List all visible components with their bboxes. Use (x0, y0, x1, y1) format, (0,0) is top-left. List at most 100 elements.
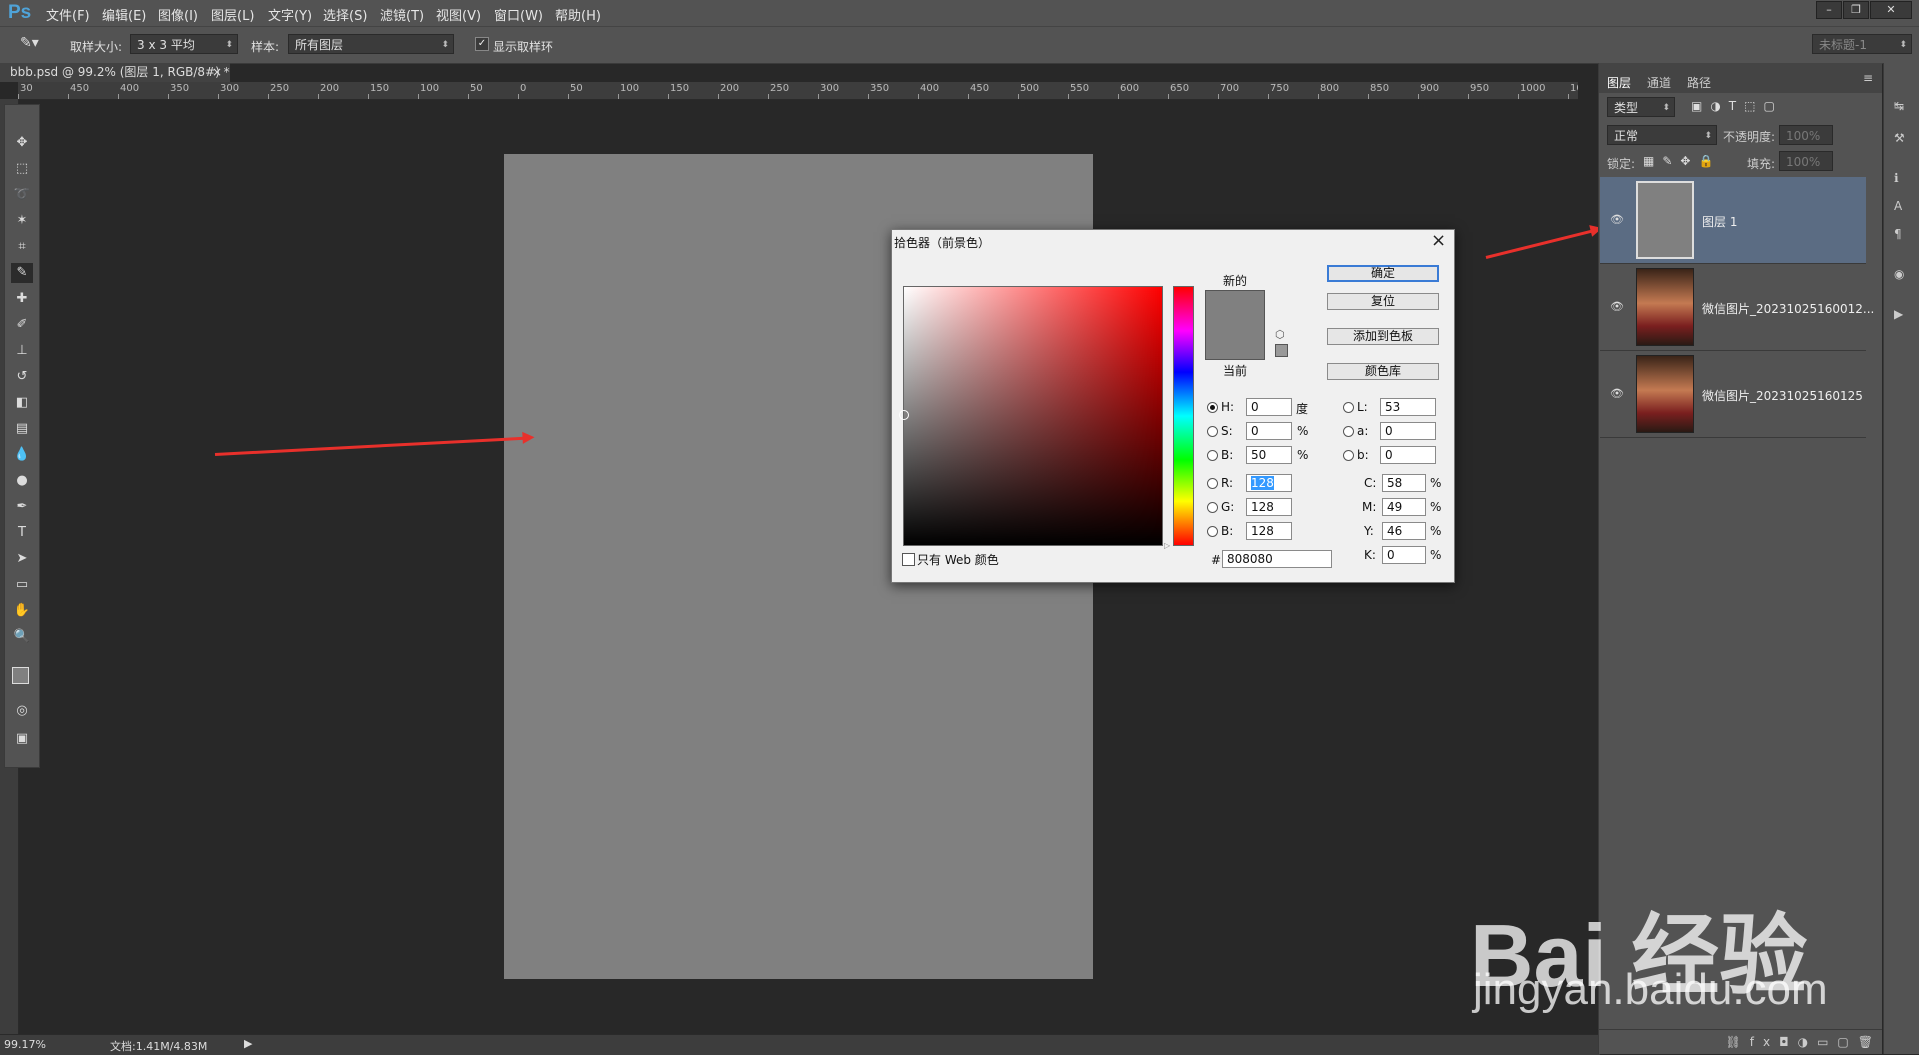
tab-layers[interactable]: 图层 (1607, 74, 1631, 91)
color-libraries-button[interactable]: 颜色库 (1327, 363, 1439, 380)
layer-row[interactable]: 👁 图层 1 (1600, 177, 1866, 264)
type-tool-icon[interactable]: T (11, 523, 33, 543)
tab-paths[interactable]: 路径 (1687, 74, 1711, 91)
path-selection-tool-icon[interactable]: ➤ (11, 549, 33, 569)
cyan-input[interactable]: 58 (1382, 474, 1426, 492)
actions-panel-icon[interactable]: ▶ (1894, 307, 1903, 321)
brightness-radio[interactable] (1207, 450, 1218, 461)
show-ring-checkbox[interactable]: ✓ (475, 37, 489, 51)
menu-select[interactable]: 选择(S) (323, 5, 367, 24)
menu-layer[interactable]: 图层(L) (211, 5, 254, 24)
close-window-button[interactable]: ✕ (1870, 1, 1912, 19)
reset-button[interactable]: 复位 (1327, 293, 1439, 310)
hue-slider-handle-icon[interactable]: ▷ (1164, 541, 1170, 550)
magic-wand-tool-icon[interactable]: ✶ (11, 211, 33, 231)
lab-b-input[interactable]: 0 (1380, 446, 1436, 464)
workspace-select[interactable]: 未标题-1 ⬍ (1812, 34, 1912, 54)
info-panel-icon[interactable]: ℹ (1894, 171, 1899, 185)
minimize-button[interactable]: – (1816, 1, 1842, 19)
zoom-tool-icon[interactable]: 🔍 (11, 627, 33, 647)
hex-input[interactable]: 808080 (1222, 550, 1332, 568)
close-tab-icon[interactable]: × (212, 63, 222, 82)
eraser-tool-icon[interactable]: ◧ (11, 393, 33, 413)
quick-mask-icon[interactable]: ◎ (11, 701, 33, 721)
lab-l-input[interactable]: 53 (1380, 398, 1436, 416)
layer-row[interactable]: 👁 微信图片_20231025160125 (1600, 351, 1866, 438)
lab-a-input[interactable]: 0 (1380, 422, 1436, 440)
menu-help[interactable]: 帮助(H) (555, 5, 601, 24)
brush-tool-icon[interactable]: ✐ (11, 315, 33, 335)
blue-radio[interactable] (1207, 526, 1218, 537)
web-safe-swatch-icon[interactable] (1275, 344, 1288, 357)
stamp-tool-icon[interactable]: ⊥ (11, 341, 33, 361)
color-field-cursor[interactable] (899, 410, 909, 420)
history-brush-tool-icon[interactable]: ↺ (11, 367, 33, 387)
history-panel-icon[interactable]: ↹ (1894, 99, 1904, 113)
visibility-eye-icon[interactable]: 👁 (1610, 213, 1624, 226)
hand-tool-icon[interactable]: ✋ (11, 601, 33, 621)
visibility-eye-icon[interactable]: 👁 (1610, 300, 1624, 313)
cube-icon[interactable]: ⬡ (1275, 328, 1285, 341)
panel-menu-icon[interactable]: ≡ (1863, 71, 1873, 85)
sample-size-select[interactable]: 3 x 3 平均 ⬍ (130, 34, 238, 54)
menu-edit[interactable]: 编辑(E) (102, 5, 146, 24)
tool-presets-icon[interactable]: ⚒ (1894, 131, 1905, 145)
zoom-level[interactable]: 99.17% (4, 1038, 46, 1051)
lasso-tool-icon[interactable]: ➰ (11, 185, 33, 205)
green-input[interactable]: 128 (1246, 498, 1292, 516)
visibility-eye-icon[interactable]: 👁 (1610, 387, 1624, 400)
brightness-input[interactable]: 50 (1246, 446, 1292, 464)
lab-l-radio[interactable] (1343, 402, 1354, 413)
sample-select[interactable]: 所有图层 ⬍ (288, 34, 454, 54)
character-panel-icon[interactable]: A (1894, 199, 1902, 213)
lab-a-radio[interactable] (1343, 426, 1354, 437)
hue-slider[interactable] (1173, 286, 1194, 546)
gradient-tool-icon[interactable]: ▤ (11, 419, 33, 439)
healing-brush-tool-icon[interactable]: ✚ (11, 289, 33, 309)
paragraph-panel-icon[interactable]: ¶ (1894, 227, 1902, 241)
screen-mode-icon[interactable]: ▣ (11, 729, 33, 749)
eyedropper-tool-icon[interactable]: ✎▾ (20, 35, 39, 51)
document-tab[interactable]: bbb.psd @ 99.2% (图层 1, RGB/8#) * × (0, 63, 230, 82)
red-radio[interactable] (1207, 478, 1218, 489)
pen-tool-icon[interactable]: ✒ (11, 497, 33, 517)
blue-input[interactable]: 128 (1246, 522, 1292, 540)
layer-filter-select[interactable]: 类型 ⬍ (1607, 97, 1675, 117)
blur-tool-icon[interactable]: 💧 (11, 445, 33, 465)
saturation-input[interactable]: 0 (1246, 422, 1292, 440)
current-color-swatch[interactable] (1205, 325, 1265, 360)
add-to-swatches-button[interactable]: 添加到色板 (1327, 328, 1439, 345)
hue-input[interactable]: 0 (1246, 398, 1292, 416)
kuler-panel-icon[interactable]: ◉ (1894, 267, 1904, 281)
black-input[interactable]: 0 (1382, 546, 1426, 564)
layer-row[interactable]: 👁 微信图片_20231025160012... (1600, 264, 1874, 351)
menu-file[interactable]: 文件(F) (46, 5, 90, 24)
hue-radio[interactable] (1207, 402, 1218, 413)
tab-channels[interactable]: 通道 (1647, 74, 1671, 91)
layer-filter-icons[interactable]: ▣◑T⬚▢ (1691, 99, 1783, 113)
status-menu-arrow-icon[interactable]: ▶ (244, 1037, 252, 1050)
menu-filter[interactable]: 滤镜(T) (380, 5, 424, 24)
crop-tool-icon[interactable]: ⌗ (11, 237, 33, 257)
lock-icons[interactable]: ▦✎✥🔒 (1643, 154, 1721, 168)
eyedropper-tool-icon[interactable]: ✎ (11, 263, 33, 283)
menu-image[interactable]: 图像(I) (158, 5, 198, 24)
web-colors-checkbox[interactable] (902, 553, 915, 566)
opacity-input[interactable]: 100% (1779, 125, 1833, 145)
close-icon[interactable]: × (1431, 230, 1446, 251)
blend-mode-select[interactable]: 正常 ⬍ (1607, 125, 1717, 145)
restore-button[interactable]: ❐ (1843, 1, 1869, 19)
saturation-radio[interactable] (1207, 426, 1218, 437)
menu-type[interactable]: 文字(Y) (268, 5, 312, 24)
saturation-brightness-field[interactable] (899, 286, 1163, 546)
rectangle-tool-icon[interactable]: ▭ (11, 575, 33, 595)
move-tool-icon[interactable]: ✥ (11, 133, 33, 153)
green-radio[interactable] (1207, 502, 1218, 513)
red-input[interactable]: 128 (1246, 474, 1292, 492)
magenta-input[interactable]: 49 (1382, 498, 1426, 516)
lab-b-radio[interactable] (1343, 450, 1354, 461)
fill-input[interactable]: 100% (1779, 151, 1833, 171)
yellow-input[interactable]: 46 (1382, 522, 1426, 540)
foreground-color-swatch[interactable] (12, 667, 29, 684)
marquee-tool-icon[interactable]: ⬚ (11, 159, 33, 179)
